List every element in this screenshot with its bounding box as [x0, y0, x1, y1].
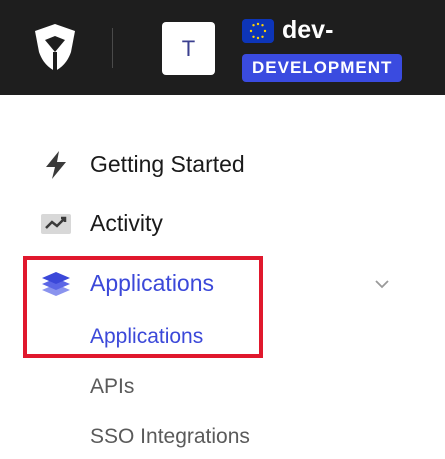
environment-badge: DEVELOPMENT: [242, 54, 403, 82]
tenant-avatar[interactable]: T: [162, 22, 215, 75]
lightning-icon: [46, 151, 66, 179]
sidebar-subitem-apis[interactable]: APIs: [90, 375, 134, 399]
tenant-name[interactable]: dev-: [282, 16, 333, 45]
sidebar-subitem-sso-integrations[interactable]: SSO Integrations: [90, 425, 250, 449]
shield-logo-icon[interactable]: [31, 22, 79, 72]
sidebar-item-applications[interactable]: Applications: [0, 262, 445, 306]
eu-flag-icon: [242, 19, 274, 43]
trend-chart-icon: [41, 214, 71, 234]
sidebar-item-label: Applications: [90, 270, 215, 296]
sidebar-item-getting-started[interactable]: Getting Started: [0, 143, 445, 187]
sidebar-item-label: Activity: [90, 210, 163, 236]
chevron-down-icon[interactable]: [372, 274, 392, 294]
sidebar-item-label: Getting Started: [90, 151, 245, 177]
header-divider: [112, 28, 113, 68]
sidebar-item-activity[interactable]: Activity: [0, 202, 445, 246]
sidebar-subitem-applications[interactable]: Applications: [90, 325, 203, 349]
top-bar: T dev- DEVELOPMENT: [0, 0, 445, 95]
layers-icon: [42, 272, 70, 296]
